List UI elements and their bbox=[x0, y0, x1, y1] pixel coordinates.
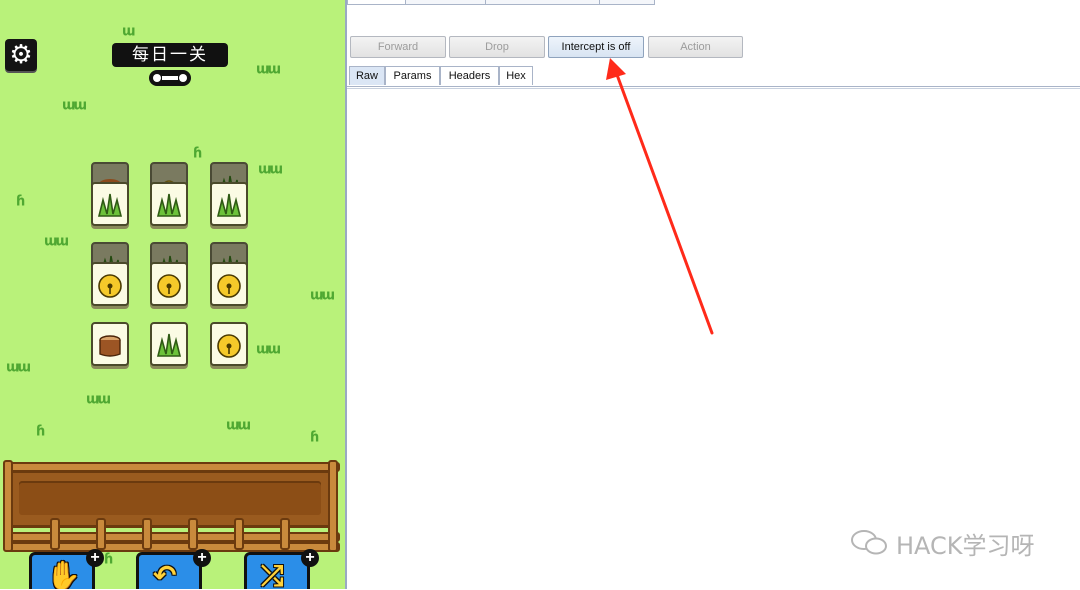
top-tab[interactable] bbox=[599, 0, 655, 5]
burp-proxy-pane: Forward Drop Intercept is off Action Raw… bbox=[347, 0, 1080, 590]
grass-decoration: ɦ bbox=[310, 429, 319, 446]
tab-hex[interactable]: Hex bbox=[499, 66, 533, 85]
watermark-text: HACK学习呀 bbox=[896, 532, 1035, 560]
grass-decoration: ɯɯ bbox=[86, 391, 111, 408]
undo-button[interactable]: ↶ + bbox=[136, 549, 211, 589]
grass-icon bbox=[156, 193, 182, 217]
plus-badge: + bbox=[86, 549, 104, 567]
top-tab[interactable] bbox=[485, 0, 601, 5]
grass-decoration: ɦ bbox=[16, 193, 25, 210]
action-button[interactable]: Action bbox=[648, 36, 743, 58]
fence-post bbox=[328, 460, 338, 552]
wechat-icon bbox=[851, 530, 887, 555]
tray-slot-area bbox=[19, 481, 321, 515]
grass-decoration: ɯɯ bbox=[226, 417, 251, 434]
tile-grass[interactable] bbox=[210, 182, 248, 226]
intercept-toggle-button[interactable]: Intercept is off bbox=[548, 36, 644, 58]
tile-grass[interactable] bbox=[91, 182, 129, 226]
fence-post bbox=[96, 518, 106, 550]
grass-icon bbox=[156, 333, 182, 357]
tile-bell[interactable] bbox=[210, 262, 248, 306]
grass-decoration: ɦ bbox=[104, 551, 113, 568]
grass-decoration: ɯɯ bbox=[6, 359, 31, 376]
raw-message-editor[interactable] bbox=[347, 88, 1080, 590]
grass-decoration: ɯɯ bbox=[258, 161, 283, 178]
fence-post bbox=[188, 518, 198, 550]
plus-badge: + bbox=[301, 549, 319, 567]
fence-post bbox=[142, 518, 152, 550]
grass-icon bbox=[216, 193, 242, 217]
bell-icon bbox=[217, 334, 241, 358]
tile-bell[interactable] bbox=[91, 262, 129, 306]
fence-post bbox=[3, 460, 13, 552]
tile-grass[interactable] bbox=[150, 182, 188, 226]
shuffle-icon: ⤮ bbox=[261, 559, 284, 589]
move-out-button[interactable]: ✋ + bbox=[29, 549, 104, 589]
settings-gear-icon[interactable]: ⚙ bbox=[5, 39, 37, 71]
stump-icon bbox=[99, 335, 121, 357]
tab-raw[interactable]: Raw bbox=[349, 66, 385, 85]
top-tab[interactable] bbox=[405, 0, 487, 5]
fence-post bbox=[50, 518, 60, 550]
grass-icon bbox=[97, 193, 123, 217]
shuffle-button[interactable]: ⤮ + bbox=[244, 549, 319, 589]
grass-decoration: ɦ bbox=[193, 145, 202, 162]
grass-decoration: ɯ bbox=[122, 23, 135, 40]
tile-stump[interactable] bbox=[91, 322, 129, 366]
undo-icon: ↶ bbox=[153, 559, 177, 589]
plus-badge: + bbox=[193, 549, 211, 567]
grass-decoration: ɯɯ bbox=[256, 61, 281, 78]
tile-grass[interactable] bbox=[150, 322, 188, 366]
forward-button[interactable]: Forward bbox=[350, 36, 446, 58]
top-tab-strip bbox=[347, 0, 1080, 6]
top-tab[interactable] bbox=[347, 0, 407, 5]
bell-icon bbox=[157, 274, 181, 298]
tile-bell[interactable] bbox=[150, 262, 188, 306]
grass-decoration: ɦ bbox=[36, 423, 45, 440]
grass-decoration: ɯɯ bbox=[44, 233, 69, 250]
fence-post bbox=[280, 518, 290, 550]
bell-icon bbox=[217, 274, 241, 298]
bell-icon bbox=[98, 274, 122, 298]
hand-icon: ✋ bbox=[46, 559, 81, 589]
grass-decoration: ɯɯ bbox=[310, 287, 335, 304]
message-tabs: Raw Params Headers Hex bbox=[347, 66, 1080, 87]
game-panel: ɯ ɯɯ ɯɯ ɦ ɯɯ ɦ ɯɯ ɯɯ ɯɯ ɯɯ ɯɯ ɯɯ ɦ ɦ ɦ ⚙… bbox=[0, 0, 345, 589]
grass-decoration: ɯɯ bbox=[256, 341, 281, 358]
level-title: 每日一关 bbox=[112, 43, 228, 67]
tab-headers[interactable]: Headers bbox=[440, 66, 499, 85]
grass-decoration: ɯɯ bbox=[62, 97, 87, 114]
tab-params[interactable]: Params bbox=[385, 66, 440, 85]
key-icon bbox=[149, 70, 191, 86]
tile-bell[interactable] bbox=[210, 322, 248, 366]
drop-button[interactable]: Drop bbox=[449, 36, 545, 58]
fence-post bbox=[234, 518, 244, 550]
